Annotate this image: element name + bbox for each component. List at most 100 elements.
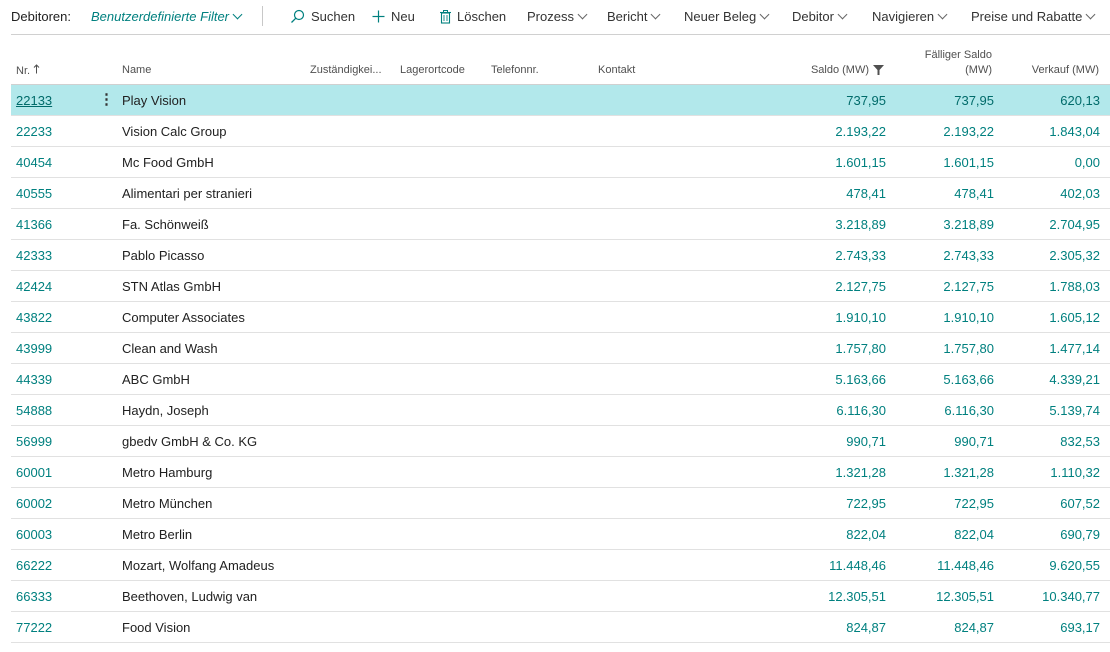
column-header-phone[interactable]: Telefonnr.: [491, 64, 539, 76]
column-header-responsibility[interactable]: Zuständigkei...: [310, 64, 382, 76]
balance-value[interactable]: 822,04: [846, 527, 886, 542]
balance-value[interactable]: 6.116,30: [836, 403, 886, 418]
balance-value[interactable]: 1.321,28: [835, 465, 886, 480]
customer-number-link[interactable]: 42333: [16, 248, 52, 263]
table-row[interactable]: 56999 gbedv GmbH & Co. KG 990,71 990,71 832,…: [11, 426, 1110, 457]
customer-number-link[interactable]: 44339: [16, 372, 52, 387]
customer-number-link[interactable]: 43999: [16, 341, 52, 356]
due-balance-value[interactable]: 2.743,33: [943, 248, 994, 263]
column-header-nr[interactable]: Nr.: [16, 64, 40, 77]
balance-value[interactable]: 5.163,66: [835, 372, 886, 387]
balance-value[interactable]: 1.757,80: [835, 341, 886, 356]
table-row[interactable]: 66222 Mozart, Wolfang Amadeus 11.448,46 11.…: [11, 550, 1110, 581]
sales-value[interactable]: 10.340,77: [1042, 589, 1100, 604]
balance-value[interactable]: 1.601,15: [835, 155, 886, 170]
table-row[interactable]: 41366 Fa. Schönweiß 3.218,89 3.218,89 2.704,…: [11, 209, 1110, 240]
balance-value[interactable]: 2.127,75: [835, 279, 886, 294]
column-header-due-balance[interactable]: Fälliger Saldo (MW): [925, 48, 992, 78]
due-balance-value[interactable]: 737,95: [954, 93, 994, 108]
customer-number-link[interactable]: 40555: [16, 186, 52, 201]
due-balance-value[interactable]: 722,95: [954, 496, 994, 511]
customer-number-link[interactable]: 54888: [16, 403, 52, 418]
sales-value[interactable]: 1.477,14: [1049, 341, 1100, 356]
due-balance-value[interactable]: 822,04: [954, 527, 994, 542]
balance-value[interactable]: 990,71: [846, 434, 886, 449]
sales-value[interactable]: 2.704,95: [1049, 217, 1100, 232]
sales-value[interactable]: 620,13: [1060, 93, 1100, 108]
new-button[interactable]: Neu: [372, 9, 415, 24]
customer-number-link[interactable]: 40454: [16, 155, 52, 170]
due-balance-value[interactable]: 2.127,75: [943, 279, 994, 294]
due-balance-value[interactable]: 1.910,10: [943, 310, 994, 325]
due-balance-value[interactable]: 12.305,51: [936, 589, 994, 604]
due-balance-value[interactable]: 990,71: [954, 434, 994, 449]
column-header-location[interactable]: Lagerortcode: [400, 64, 465, 76]
customer-number-link[interactable]: 56999: [16, 434, 52, 449]
sales-value[interactable]: 1.110,32: [1050, 465, 1100, 480]
sales-value[interactable]: 832,53: [1060, 434, 1100, 449]
customer-number-link[interactable]: 60003: [16, 527, 52, 542]
customer-menu[interactable]: Debitor: [792, 9, 848, 24]
table-row[interactable]: 42333 Pablo Picasso 2.743,33 2.743,33 2.305,…: [11, 240, 1110, 271]
sales-value[interactable]: 4.339,21: [1049, 372, 1100, 387]
report-menu[interactable]: Bericht: [607, 9, 661, 24]
sales-value[interactable]: 0,00: [1075, 155, 1100, 170]
table-row[interactable]: 40555 Alimentari per stranieri 478,41 478,4…: [11, 178, 1110, 209]
sales-value[interactable]: 693,17: [1060, 620, 1100, 635]
prices-discounts-menu[interactable]: Preise und Rabatte: [971, 9, 1096, 24]
customer-number-link[interactable]: 22233: [16, 124, 52, 139]
table-row[interactable]: 40454 Mc Food GmbH 1.601,15 1.601,15 0,00: [11, 147, 1110, 178]
balance-value[interactable]: 722,95: [846, 496, 886, 511]
table-row[interactable]: 22133 Play Vision 737,95 737,95 620,13 ⋮: [11, 85, 1110, 116]
table-row[interactable]: 44339 ABC GmbH 5.163,66 5.163,66 4.339,21: [11, 364, 1110, 395]
due-balance-value[interactable]: 5.163,66: [943, 372, 994, 387]
customer-number-link[interactable]: 60002: [16, 496, 52, 511]
customer-number-link[interactable]: 66222: [16, 558, 52, 573]
balance-value[interactable]: 824,87: [846, 620, 886, 635]
column-header-contact[interactable]: Kontakt: [598, 64, 635, 76]
custom-filter-dropdown[interactable]: Benutzerdefinierte Filter: [91, 9, 243, 24]
sales-value[interactable]: 1.605,12: [1049, 310, 1100, 325]
balance-value[interactable]: 478,41: [846, 186, 886, 201]
sales-value[interactable]: 690,79: [1060, 527, 1100, 542]
column-header-sales[interactable]: Verkauf (MW): [1032, 64, 1099, 76]
due-balance-value[interactable]: 824,87: [954, 620, 994, 635]
table-row[interactable]: 60001 Metro Hamburg 1.321,28 1.321,28 1.110,…: [11, 457, 1110, 488]
customer-number-link[interactable]: 60001: [16, 465, 52, 480]
sales-value[interactable]: 402,03: [1060, 186, 1100, 201]
column-header-name[interactable]: Name: [122, 64, 151, 76]
sales-value[interactable]: 5.139,74: [1049, 403, 1100, 418]
customer-number-link[interactable]: 22133: [16, 93, 52, 108]
table-row[interactable]: 77222 Food Vision 824,87 824,87 693,17: [11, 612, 1110, 643]
table-row[interactable]: 43999 Clean and Wash 1.757,80 1.757,80 1.477…: [11, 333, 1110, 364]
due-balance-value[interactable]: 2.193,22: [943, 124, 994, 139]
due-balance-value[interactable]: 478,41: [954, 186, 994, 201]
due-balance-value[interactable]: 1.601,15: [943, 155, 994, 170]
table-row[interactable]: 60002 Metro München 722,95 722,95 607,52: [11, 488, 1110, 519]
due-balance-value[interactable]: 6.116,30: [944, 403, 994, 418]
sales-value[interactable]: 607,52: [1060, 496, 1100, 511]
table-row[interactable]: 54888 Haydn, Joseph 6.116,30 6.116,30 5.139,…: [11, 395, 1110, 426]
customer-number-link[interactable]: 66333: [16, 589, 52, 604]
table-row[interactable]: 43822 Computer Associates 1.910,10 1.910,10…: [11, 302, 1110, 333]
navigate-menu[interactable]: Navigieren: [872, 9, 948, 24]
balance-value[interactable]: 737,95: [846, 93, 886, 108]
delete-button[interactable]: Löschen: [440, 9, 506, 24]
due-balance-value[interactable]: 3.218,89: [943, 217, 994, 232]
sales-value[interactable]: 1.843,04: [1049, 124, 1100, 139]
table-row[interactable]: 22233 Vision Calc Group 2.193,22 2.193,22 1.…: [11, 116, 1110, 147]
balance-value[interactable]: 11.448,46: [829, 558, 886, 573]
column-header-balance[interactable]: Saldo (MW): [811, 64, 884, 76]
balance-value[interactable]: 1.910,10: [835, 310, 886, 325]
balance-value[interactable]: 2.193,22: [835, 124, 886, 139]
process-menu[interactable]: Prozess: [527, 9, 588, 24]
due-balance-value[interactable]: 11.448,46: [937, 558, 994, 573]
balance-value[interactable]: 12.305,51: [828, 589, 886, 604]
customer-number-link[interactable]: 41366: [16, 217, 52, 232]
new-document-menu[interactable]: Neuer Beleg: [684, 9, 770, 24]
sales-value[interactable]: 2.305,32: [1049, 248, 1100, 263]
table-row[interactable]: 60003 Metro Berlin 822,04 822,04 690,79: [11, 519, 1110, 550]
table-row[interactable]: 66333 Beethoven, Ludwig van 12.305,51 12.30…: [11, 581, 1110, 612]
due-balance-value[interactable]: 1.321,28: [943, 465, 994, 480]
customer-number-link[interactable]: 42424: [16, 279, 52, 294]
